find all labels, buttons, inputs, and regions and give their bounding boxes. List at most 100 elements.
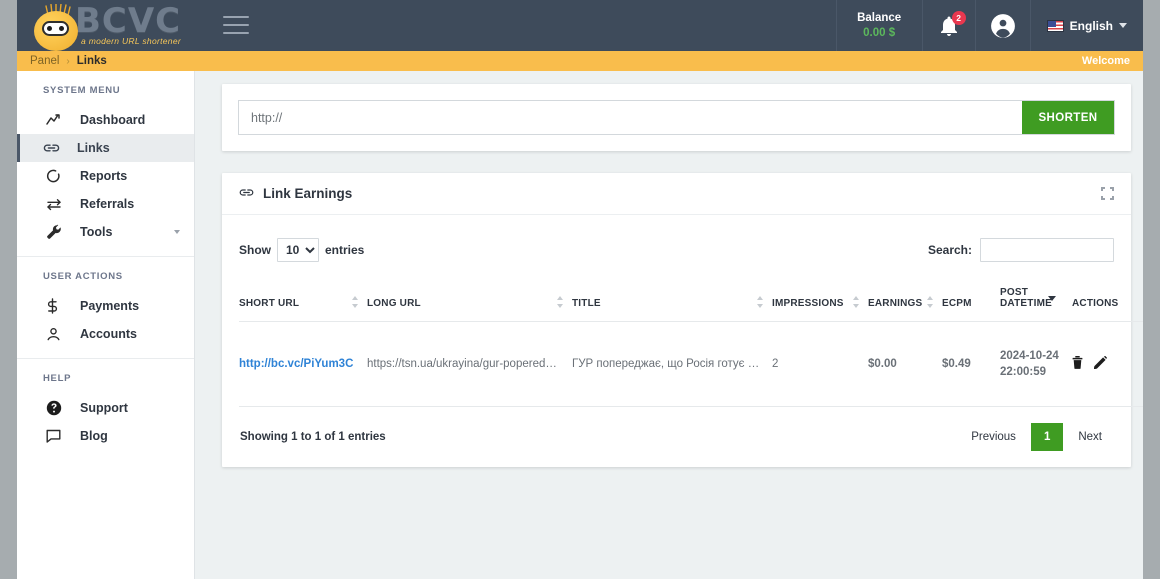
short-url-link[interactable]: http://bc.vc/PiYum3C bbox=[239, 358, 353, 370]
link-icon bbox=[43, 142, 65, 154]
language-selector[interactable]: English bbox=[1029, 0, 1143, 51]
sort-icon bbox=[557, 296, 564, 308]
column-label: SHORT URL bbox=[239, 298, 300, 309]
top-header: BCVC a modern URL shortener Balance 0.00… bbox=[17, 0, 1143, 51]
sidebar-item-referrals[interactable]: Referrals bbox=[17, 190, 194, 218]
shorten-card: SHORTEN bbox=[222, 84, 1131, 151]
balance-label: Balance bbox=[857, 11, 902, 24]
bell-icon: 2 bbox=[937, 10, 966, 38]
cell-ecpm: $0.49 bbox=[942, 321, 1000, 407]
table-body: http://bc.vc/PiYum3C https://tsn.ua/ukra… bbox=[239, 321, 1143, 407]
cell-post-datetime: 2024-10-24 22:00:59 bbox=[1000, 321, 1072, 407]
dollar-icon bbox=[46, 298, 68, 314]
sidebar-item-support[interactable]: Support bbox=[17, 394, 194, 422]
main-content: SHORTEN Link Earnings bbox=[195, 71, 1143, 579]
column-header-actions: ACTIONS bbox=[1072, 287, 1143, 322]
mascot-eyes-icon bbox=[42, 21, 69, 36]
notification-badge: 2 bbox=[951, 10, 966, 25]
card-body: Show 10 entries Search: SHORT URL LONG U… bbox=[222, 215, 1143, 467]
circle-refresh-icon bbox=[46, 169, 68, 184]
breadcrumb: Panel › Links Welcome bbox=[17, 51, 1143, 71]
sidebar-section-system: SYSTEM MENU Dashboard Links Reports Refe… bbox=[17, 71, 194, 257]
link-earnings-card: Link Earnings Show 10 entries Search: SH… bbox=[222, 173, 1143, 467]
sidebar-label-support: Support bbox=[80, 401, 128, 415]
sort-icon bbox=[757, 296, 764, 308]
sidebar-heading-help: HELP bbox=[43, 373, 72, 384]
breadcrumb-current: Links bbox=[76, 55, 107, 67]
delete-icon[interactable] bbox=[1072, 356, 1083, 372]
sort-icon bbox=[853, 296, 860, 308]
cell-actions bbox=[1072, 321, 1143, 407]
show-entries-control: Show 10 entries bbox=[239, 238, 364, 262]
url-input[interactable] bbox=[239, 101, 1022, 134]
page-number-button-1[interactable]: 1 bbox=[1030, 423, 1064, 451]
sidebar-item-tools[interactable]: Tools bbox=[17, 218, 194, 246]
column-header-ecpm[interactable]: ECPM bbox=[942, 287, 1000, 322]
sidebar-heading-user-actions: USER ACTIONS bbox=[43, 271, 123, 282]
sidebar-section-help: HELP Support Blog bbox=[17, 359, 194, 460]
sidebar-item-links[interactable]: Links bbox=[17, 134, 194, 162]
sidebar-item-accounts[interactable]: Accounts bbox=[17, 320, 194, 348]
sidebar-item-reports[interactable]: Reports bbox=[17, 162, 194, 190]
question-circle-icon bbox=[46, 400, 68, 416]
card-header: Link Earnings bbox=[222, 173, 1131, 215]
sort-desc-icon bbox=[1048, 296, 1056, 301]
sidebar-item-payments[interactable]: Payments bbox=[17, 292, 194, 320]
column-label: EARNINGS bbox=[868, 298, 923, 309]
column-label: LONG URL bbox=[367, 298, 421, 309]
page-size-select[interactable]: 10 bbox=[277, 238, 319, 262]
shorten-button[interactable]: SHORTEN bbox=[1022, 101, 1114, 134]
expand-icon[interactable] bbox=[1101, 187, 1114, 200]
show-label: Show bbox=[239, 243, 271, 257]
sidebar-item-blog[interactable]: Blog bbox=[17, 422, 194, 450]
table-head: SHORT URL LONG URL TITLE IMPRESSIONS EAR… bbox=[239, 287, 1143, 322]
exchange-arrows-icon bbox=[46, 198, 68, 211]
table-row: http://bc.vc/PiYum3C https://tsn.ua/ukra… bbox=[239, 321, 1143, 407]
column-header-short-url[interactable]: SHORT URL bbox=[239, 287, 367, 322]
comment-icon bbox=[46, 429, 68, 444]
user-menu-button[interactable] bbox=[974, 0, 1030, 51]
sidebar-item-dashboard[interactable]: Dashboard bbox=[17, 106, 194, 134]
edit-icon[interactable] bbox=[1093, 355, 1108, 372]
wrench-icon bbox=[46, 224, 68, 240]
column-header-earnings[interactable]: EARNINGS bbox=[868, 287, 942, 322]
sidebar-label-accounts: Accounts bbox=[80, 327, 137, 341]
sidebar-label-referrals: Referrals bbox=[80, 197, 135, 211]
column-header-post-datetime[interactable]: POST DATETIME bbox=[1000, 287, 1072, 322]
brand-logo[interactable]: BCVC a modern URL shortener bbox=[17, 0, 195, 51]
search-input[interactable] bbox=[980, 238, 1114, 262]
previous-page-button[interactable]: Previous bbox=[960, 424, 1027, 450]
pagination: Previous 1 Next bbox=[960, 423, 1113, 451]
notifications-button[interactable]: 2 bbox=[921, 0, 975, 51]
sidebar-label-dashboard: Dashboard bbox=[80, 113, 146, 127]
cell-earnings: $0.00 bbox=[868, 321, 942, 407]
entries-label: entries bbox=[325, 243, 365, 257]
person-icon bbox=[46, 327, 68, 342]
sidebar-section-user-actions: USER ACTIONS Payments Accounts bbox=[17, 257, 194, 359]
entries-info: Showing 1 to 1 of 1 entries bbox=[240, 431, 386, 443]
column-header-long-url[interactable]: LONG URL bbox=[367, 287, 572, 322]
post-date: 2024-10-24 bbox=[1000, 350, 1059, 362]
table-controls: Show 10 entries Search: bbox=[239, 235, 1114, 265]
sidebar: SYSTEM MENU Dashboard Links Reports Refe… bbox=[17, 71, 195, 579]
us-flag-icon bbox=[1046, 19, 1064, 32]
column-header-impressions[interactable]: IMPRESSIONS bbox=[772, 287, 868, 322]
menu-toggle-icon[interactable] bbox=[223, 16, 249, 34]
brand-tagline: a modern URL shortener bbox=[81, 36, 181, 46]
shorten-form: SHORTEN bbox=[238, 100, 1115, 135]
balance-display[interactable]: Balance 0.00 $ bbox=[835, 0, 922, 51]
next-page-button[interactable]: Next bbox=[1067, 424, 1113, 450]
cell-short-url: http://bc.vc/PiYum3C bbox=[239, 321, 367, 407]
sidebar-label-blog: Blog bbox=[80, 429, 108, 443]
breadcrumb-root[interactable]: Panel bbox=[30, 55, 59, 67]
app-page: BCVC a modern URL shortener Balance 0.00… bbox=[17, 0, 1143, 579]
card-title: Link Earnings bbox=[263, 186, 353, 201]
welcome-text: Welcome bbox=[1081, 55, 1130, 67]
column-label: ECPM bbox=[942, 298, 972, 309]
search-label: Search: bbox=[927, 243, 972, 257]
post-time: 22:00:59 bbox=[1000, 366, 1047, 378]
column-header-title[interactable]: TITLE bbox=[572, 287, 772, 322]
cell-long-url: https://tsn.ua/ukrayina/gur-popered… bbox=[367, 321, 572, 407]
search-control: Search: bbox=[928, 238, 1114, 262]
